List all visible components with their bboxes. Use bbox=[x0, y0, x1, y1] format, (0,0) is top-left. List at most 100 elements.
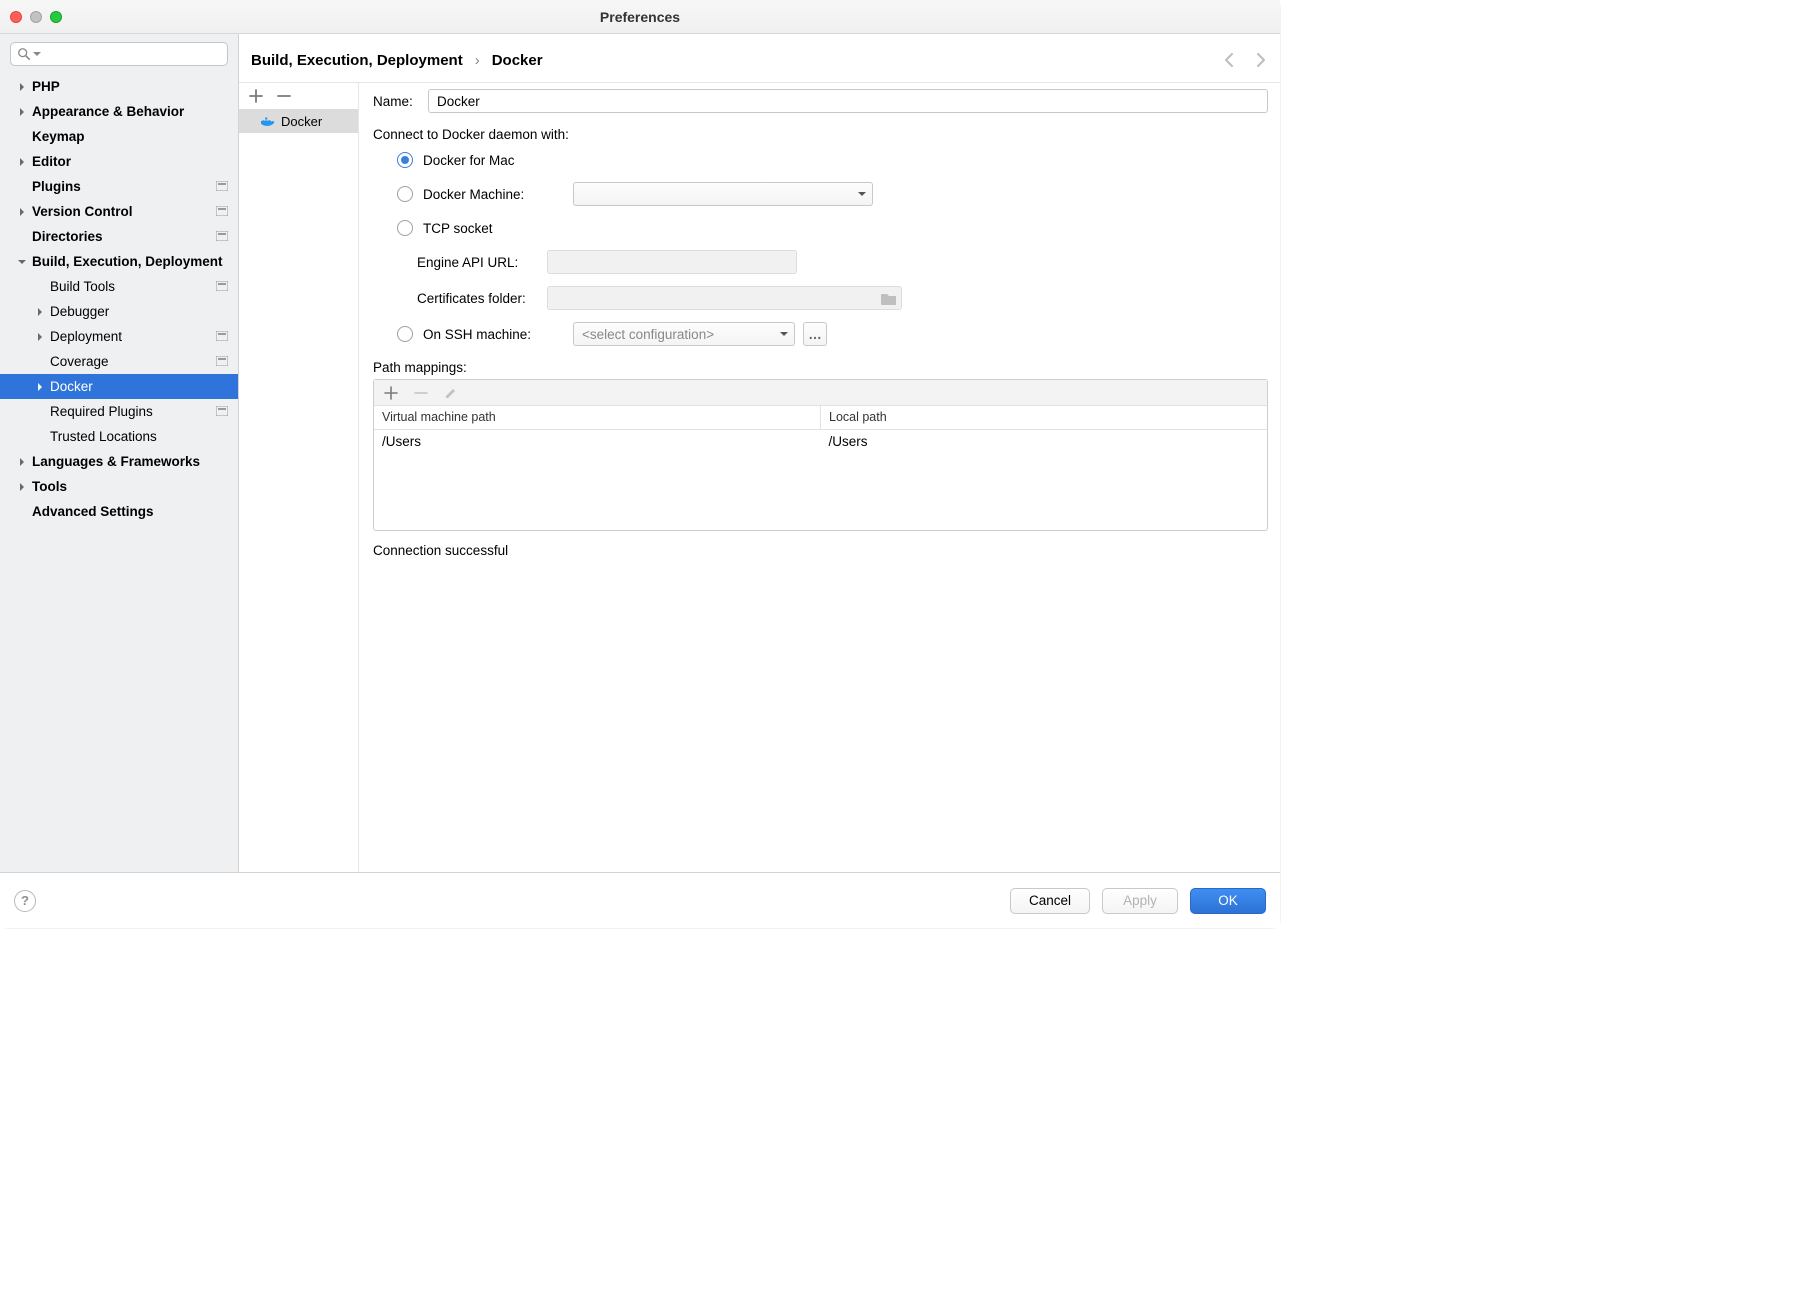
sidebar-item-directories[interactable]: Directories bbox=[0, 224, 238, 249]
project-badge-icon bbox=[216, 329, 228, 344]
chevron-right-icon bbox=[18, 233, 26, 241]
name-field[interactable] bbox=[428, 89, 1268, 113]
add-icon[interactable] bbox=[384, 386, 398, 400]
window-title: Preferences bbox=[0, 9, 1280, 25]
sidebar-item-label: Tools bbox=[32, 479, 228, 494]
radio-docker-for-mac[interactable]: Docker for Mac bbox=[397, 152, 1268, 168]
breadcrumb-parent[interactable]: Build, Execution, Deployment bbox=[251, 52, 463, 69]
main-panel: Build, Execution, Deployment › Docker bbox=[239, 34, 1280, 872]
column-local-path[interactable]: Local path bbox=[821, 406, 1267, 429]
path-mappings-heading: Path mappings: bbox=[373, 360, 1268, 375]
chevron-right-icon bbox=[18, 133, 26, 141]
chevron-right-icon bbox=[36, 383, 44, 391]
sidebar-item-label: Version Control bbox=[32, 204, 216, 219]
sidebar-item-languages-frameworks[interactable]: Languages & Frameworks bbox=[0, 449, 238, 474]
add-icon[interactable] bbox=[249, 89, 263, 103]
table-row[interactable]: /Users /Users bbox=[374, 430, 1267, 530]
sidebar-item-label: Advanced Settings bbox=[32, 504, 228, 519]
ssh-config-select[interactable]: <select configuration> bbox=[573, 322, 795, 346]
ssh-config-more-button[interactable]: … bbox=[803, 322, 827, 346]
cell-local-path: /Users bbox=[821, 430, 1268, 530]
breadcrumb: Build, Execution, Deployment › Docker bbox=[251, 46, 1268, 74]
forward-icon[interactable] bbox=[1252, 52, 1268, 68]
chevron-right-icon bbox=[18, 108, 26, 116]
sidebar-item-debugger[interactable]: Debugger bbox=[0, 299, 238, 324]
chevron-down-icon bbox=[18, 258, 26, 266]
connection-status: Connection successful bbox=[373, 543, 1268, 558]
name-label: Name: bbox=[373, 94, 428, 109]
sidebar-item-tools[interactable]: Tools bbox=[0, 474, 238, 499]
radio-tcp-socket[interactable]: TCP socket bbox=[397, 220, 1268, 236]
project-badge-icon bbox=[216, 279, 228, 294]
apply-button[interactable]: Apply bbox=[1102, 888, 1178, 914]
breadcrumb-current: Docker bbox=[492, 52, 543, 69]
search-input[interactable] bbox=[10, 42, 228, 66]
chevron-right-icon bbox=[18, 508, 26, 516]
sidebar-item-label: Required Plugins bbox=[50, 404, 216, 419]
sidebar-item-label: Coverage bbox=[50, 354, 216, 369]
certificates-folder-label: Certificates folder: bbox=[417, 291, 547, 306]
sidebar-item-version-control[interactable]: Version Control bbox=[0, 199, 238, 224]
docker-machine-select[interactable] bbox=[573, 182, 873, 206]
sidebar-item-docker[interactable]: Docker bbox=[0, 374, 238, 399]
docker-icon bbox=[261, 116, 275, 126]
chevron-down-icon bbox=[858, 190, 866, 198]
project-badge-icon bbox=[216, 204, 228, 219]
sidebar-item-plugins[interactable]: Plugins bbox=[0, 174, 238, 199]
sidebar-item-label: Directories bbox=[32, 229, 216, 244]
ok-button[interactable]: OK bbox=[1190, 888, 1266, 914]
project-badge-icon bbox=[216, 404, 228, 419]
chevron-right-icon bbox=[18, 158, 26, 166]
sidebar-item-keymap[interactable]: Keymap bbox=[0, 124, 238, 149]
remove-icon[interactable] bbox=[277, 89, 291, 103]
sidebar-item-advanced-settings[interactable]: Advanced Settings bbox=[0, 499, 238, 524]
sidebar-item-required-plugins[interactable]: Required Plugins bbox=[0, 399, 238, 424]
search-icon bbox=[17, 47, 31, 61]
chevron-right-icon bbox=[18, 483, 26, 491]
sidebar-item-trusted-locations[interactable]: Trusted Locations bbox=[0, 424, 238, 449]
radio-label: Docker Machine: bbox=[423, 187, 573, 202]
back-icon[interactable] bbox=[1222, 52, 1238, 68]
breadcrumb-separator: › bbox=[475, 52, 480, 69]
docker-configs-list: Docker bbox=[239, 83, 359, 872]
settings-sidebar: PHPAppearance & Behavior Keymap Editor Plug… bbox=[0, 34, 239, 872]
content: PHPAppearance & Behavior Keymap Editor Plug… bbox=[0, 34, 1280, 872]
remove-icon[interactable] bbox=[414, 386, 428, 400]
sidebar-item-coverage[interactable]: Coverage bbox=[0, 349, 238, 374]
radio-icon bbox=[397, 186, 413, 202]
help-button[interactable]: ? bbox=[14, 890, 36, 912]
settings-tree[interactable]: PHPAppearance & Behavior Keymap Editor Plug… bbox=[0, 74, 238, 872]
radio-icon bbox=[397, 152, 413, 168]
sidebar-item-build-tools[interactable]: Build Tools bbox=[0, 274, 238, 299]
radio-docker-machine[interactable]: Docker Machine: bbox=[397, 182, 1268, 206]
titlebar: Preferences bbox=[0, 0, 1280, 34]
docker-config-item[interactable]: Docker bbox=[239, 109, 358, 133]
chevron-right-icon bbox=[18, 208, 26, 216]
sidebar-item-label: Plugins bbox=[32, 179, 216, 194]
sidebar-item-label: Debugger bbox=[50, 304, 228, 319]
search-field[interactable] bbox=[41, 47, 227, 62]
engine-api-url-field bbox=[547, 250, 797, 274]
sidebar-item-label: Build, Execution, Deployment bbox=[32, 254, 228, 269]
select-placeholder: <select configuration> bbox=[582, 327, 714, 342]
chevron-right-icon bbox=[36, 308, 44, 316]
docker-form: Name: Connect to Docker daemon with: Doc… bbox=[359, 83, 1268, 872]
column-vm-path[interactable]: Virtual machine path bbox=[374, 406, 821, 429]
cancel-button[interactable]: Cancel bbox=[1010, 888, 1090, 914]
sidebar-item-appearance-behavior[interactable]: Appearance & Behavior bbox=[0, 99, 238, 124]
sidebar-item-label: Trusted Locations bbox=[50, 429, 228, 444]
chevron-right-icon bbox=[36, 333, 44, 341]
sidebar-item-php[interactable]: PHP bbox=[0, 74, 238, 99]
chevron-down-icon bbox=[33, 50, 41, 58]
sidebar-item-deployment[interactable]: Deployment bbox=[0, 324, 238, 349]
sidebar-item-label: Languages & Frameworks bbox=[32, 454, 228, 469]
cell-vm-path: /Users bbox=[374, 430, 821, 530]
sidebar-item-build-execution-deployment[interactable]: Build, Execution, Deployment bbox=[0, 249, 238, 274]
radio-ssh-machine[interactable]: On SSH machine: <select configuration> … bbox=[397, 322, 1268, 346]
chevron-right-icon bbox=[18, 83, 26, 91]
edit-icon[interactable] bbox=[444, 386, 458, 400]
sidebar-item-label: Keymap bbox=[32, 129, 228, 144]
sidebar-item-editor[interactable]: Editor bbox=[0, 149, 238, 174]
chevron-right-icon bbox=[36, 283, 44, 291]
docker-config-label: Docker bbox=[281, 114, 322, 129]
